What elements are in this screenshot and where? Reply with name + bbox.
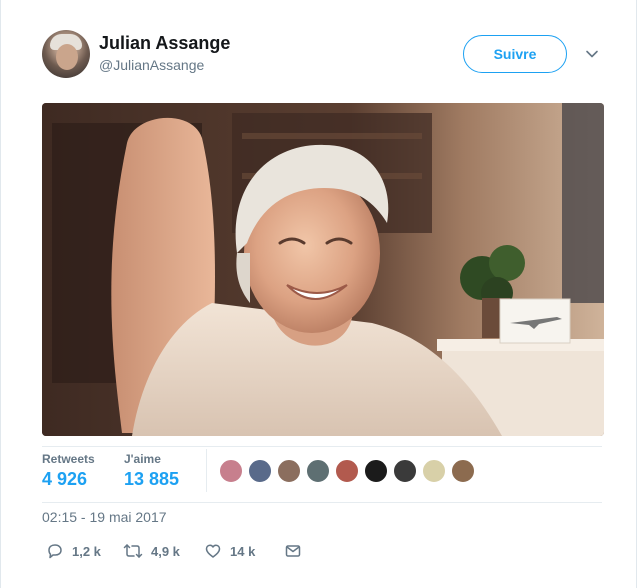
liker-avatar[interactable] [451, 459, 475, 483]
tweet-card: Julian Assange @JulianAssange Suivre Ret… [0, 0, 637, 588]
like-icon [205, 544, 221, 558]
likes-count[interactable]: 13 885 [124, 469, 179, 490]
retweets-label[interactable]: Retweets [42, 452, 95, 466]
liker-avatar[interactable] [219, 459, 243, 483]
liker-avatar[interactable] [364, 459, 388, 483]
like-count: 14 k [230, 543, 256, 559]
liker-avatar[interactable] [248, 459, 272, 483]
stats-bottom-divider [42, 502, 602, 503]
retweet-count: 4,9 k [151, 543, 180, 559]
retweets-count[interactable]: 4 926 [42, 469, 87, 490]
reply-button[interactable]: 1,2 k [46, 541, 101, 561]
direct-message-button[interactable] [284, 541, 302, 561]
stats-separator [206, 449, 207, 492]
retweet-icon [123, 544, 143, 558]
avatar-face-shape [56, 44, 78, 70]
tweet-photo[interactable] [42, 103, 604, 436]
liker-avatar[interactable] [422, 459, 446, 483]
retweet-button[interactable]: 4,9 k [123, 541, 180, 561]
reply-count: 1,2 k [72, 543, 101, 559]
liker-avatar[interactable] [393, 459, 417, 483]
stats-top-divider [42, 446, 602, 447]
chevron-down-icon[interactable] [584, 46, 600, 62]
tweet-timestamp[interactable]: 02:15 - 19 mai 2017 [42, 509, 167, 525]
reply-icon [48, 544, 62, 559]
tweet-photo-illustration [42, 103, 604, 436]
author-handle[interactable]: @JulianAssange [99, 57, 204, 73]
liker-avatar[interactable] [277, 459, 301, 483]
liker-avatar[interactable] [306, 459, 330, 483]
author-avatar[interactable] [42, 30, 90, 78]
likes-label[interactable]: J'aime [124, 452, 161, 466]
message-icon [285, 545, 301, 557]
follow-button[interactable]: Suivre [463, 35, 567, 73]
author-name[interactable]: Julian Assange [99, 33, 230, 54]
liker-avatar[interactable] [335, 459, 359, 483]
like-button[interactable]: 14 k [204, 541, 255, 561]
